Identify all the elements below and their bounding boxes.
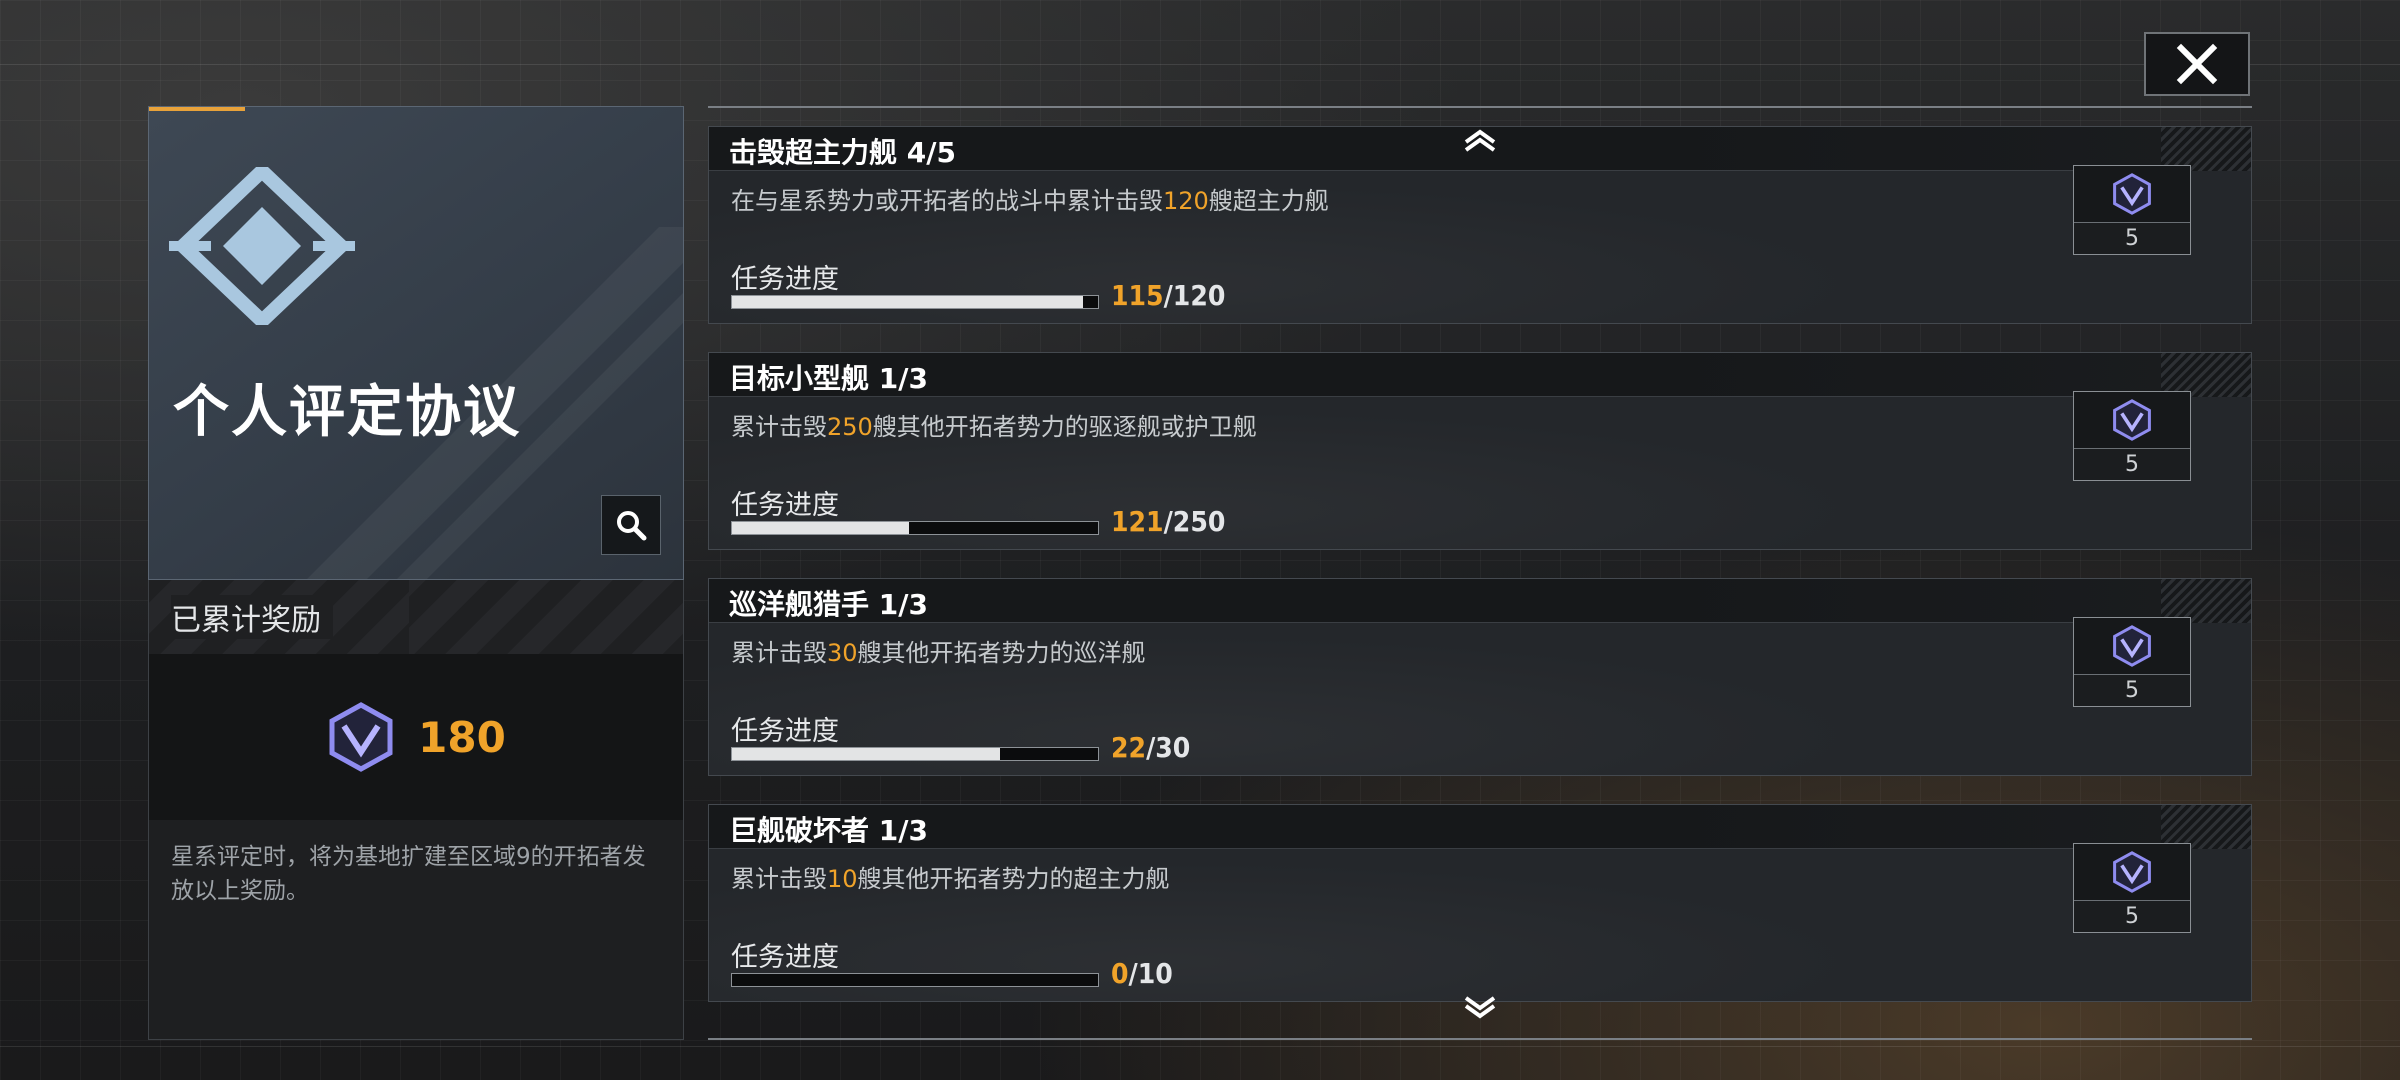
desc-text: 累计击毁 <box>731 413 827 441</box>
progress-value: 121/250 <box>1111 505 1225 538</box>
mission-card[interactable]: 目标小型舰 1/3 累计击毁250艘其他开拓者势力的驱逐舰或护卫舰 任务进度 1… <box>708 352 2252 550</box>
progress-current: 115 <box>1111 279 1164 312</box>
protocol-diamond-emblem <box>169 167 355 325</box>
mission-title: 目标小型舰 1/3 <box>729 362 928 395</box>
accumulated-reward-section: 已累计奖励 180 星系评定时，将为基地扩建至区域9的开拓者发放以上奖励。 <box>148 580 684 1040</box>
progress-value: 0/10 <box>1111 957 1173 990</box>
progress-label: 任务进度 <box>731 942 839 973</box>
mission-description: 累计击毁10艘其他开拓者势力的超主力舰 <box>731 859 1170 894</box>
reward-count: 5 <box>2074 222 2190 254</box>
progress-fill <box>732 522 910 534</box>
desc-target-count: 10 <box>827 865 858 893</box>
close-button[interactable] <box>2144 32 2250 96</box>
progress-total: /250 <box>1163 505 1226 538</box>
list-top-border <box>708 106 2252 108</box>
mission-reward-tile[interactable]: 5 <box>2073 165 2191 255</box>
list-bottom-border <box>708 1038 2252 1040</box>
v-shield-currency-icon <box>2113 399 2151 441</box>
mission-description: 累计击毁250艘其他开拓者势力的驱逐舰或护卫舰 <box>731 407 1257 442</box>
desc-target-count: 30 <box>827 639 858 667</box>
background-rule <box>0 64 2400 65</box>
mission-card[interactable]: 巡洋舰猎手 1/3 累计击毁30艘其他开拓者势力的巡洋舰 任务进度 22/30 … <box>708 578 2252 776</box>
progress-label: 任务进度 <box>731 490 839 521</box>
mission-description: 在与星系势力或开拓者的战斗中累计击毁120艘超主力舰 <box>731 181 1329 216</box>
magnifier-icon <box>617 511 647 541</box>
desc-target-count: 120 <box>1163 187 1209 215</box>
mission-reward-tile[interactable]: 5 <box>2073 617 2191 707</box>
progress-label: 任务进度 <box>731 264 839 295</box>
accent-tick <box>149 107 245 111</box>
background-rule <box>0 1046 2400 1047</box>
progress-value: 22/30 <box>1111 731 1190 764</box>
mission-title: 击毁超主力舰 4/5 <box>729 136 956 169</box>
desc-text: 累计击毁 <box>731 865 827 893</box>
progress-fill <box>732 748 1001 760</box>
mission-card[interactable]: 击毁超主力舰 4/5 在与星系势力或开拓者的战斗中累计击毁120艘超主力舰 任务… <box>708 126 2252 324</box>
desc-text: 艘超主力舰 <box>1208 187 1329 215</box>
protocol-card: 个人评定协议 <box>148 106 684 580</box>
progress-bar <box>731 295 1099 309</box>
reward-note: 星系评定时，将为基地扩建至区域9的开拓者发放以上奖励。 <box>171 844 646 904</box>
protocol-panel: 个人评定协议 已累计奖励 180 星系评定时，将为基地扩建至区域9的开拓者发放以… <box>148 106 684 1040</box>
accumulated-reward-label: 已累计奖励 <box>171 595 333 639</box>
v-shield-currency-icon <box>2113 625 2151 667</box>
mission-reward-tile[interactable]: 5 <box>2073 391 2191 481</box>
progress-total: /120 <box>1163 279 1226 312</box>
desc-text: 艘其他开拓者势力的超主力舰 <box>857 865 1170 893</box>
mission-reward-tile[interactable]: 5 <box>2073 843 2191 933</box>
progress-current: 22 <box>1111 731 1147 764</box>
accumulated-reward-amount: 180 <box>418 712 506 762</box>
desc-text: 艘其他开拓者势力的驱逐舰或护卫舰 <box>872 413 1257 441</box>
desc-text: 累计击毁 <box>731 639 827 667</box>
close-icon <box>2176 43 2218 85</box>
progress-value: 115/120 <box>1111 279 1225 312</box>
page-title: 个人评定协议 <box>173 380 521 445</box>
mission-header <box>709 579 2251 623</box>
progress-label: 任务进度 <box>731 716 839 747</box>
desc-text: 艘其他开拓者势力的巡洋舰 <box>857 639 1146 667</box>
progress-total: /30 <box>1146 731 1191 764</box>
progress-current: 121 <box>1111 505 1164 538</box>
mission-card[interactable]: 巨舰破坏者 1/3 累计击毁10艘其他开拓者势力的超主力舰 任务进度 0/10 … <box>708 804 2252 1002</box>
accumulated-reward-header: 已累计奖励 <box>149 580 683 654</box>
mission-list[interactable]: 击毁超主力舰 4/5 在与星系势力或开拓者的战斗中累计击毁120艘超主力舰 任务… <box>708 106 2252 1040</box>
progress-total: /10 <box>1128 957 1173 990</box>
mission-header <box>709 353 2251 397</box>
reward-count: 5 <box>2074 900 2190 932</box>
v-shield-currency-icon <box>2113 851 2151 893</box>
reward-count: 5 <box>2074 448 2190 480</box>
reward-count: 5 <box>2074 674 2190 706</box>
accumulated-reward-box: 180 <box>149 654 683 820</box>
desc-target-count: 250 <box>827 413 873 441</box>
v-shield-currency-icon <box>329 702 393 772</box>
progress-bar <box>731 521 1099 535</box>
chevron-down-icon[interactable] <box>1462 994 1498 1020</box>
progress-fill <box>732 296 1083 308</box>
mission-description: 累计击毁30艘其他开拓者势力的巡洋舰 <box>731 633 1146 668</box>
progress-bar <box>731 973 1099 987</box>
mission-title: 巨舰破坏者 1/3 <box>729 814 928 847</box>
progress-bar <box>731 747 1099 761</box>
mission-header <box>709 805 2251 849</box>
progress-current: 0 <box>1111 957 1129 990</box>
v-shield-currency-icon <box>2113 173 2151 215</box>
mission-title: 巡洋舰猎手 1/3 <box>729 588 928 621</box>
chevron-up-icon[interactable] <box>1462 128 1498 154</box>
desc-text: 在与星系势力或开拓者的战斗中累计击毁 <box>731 187 1163 215</box>
search-button[interactable] <box>601 495 661 555</box>
